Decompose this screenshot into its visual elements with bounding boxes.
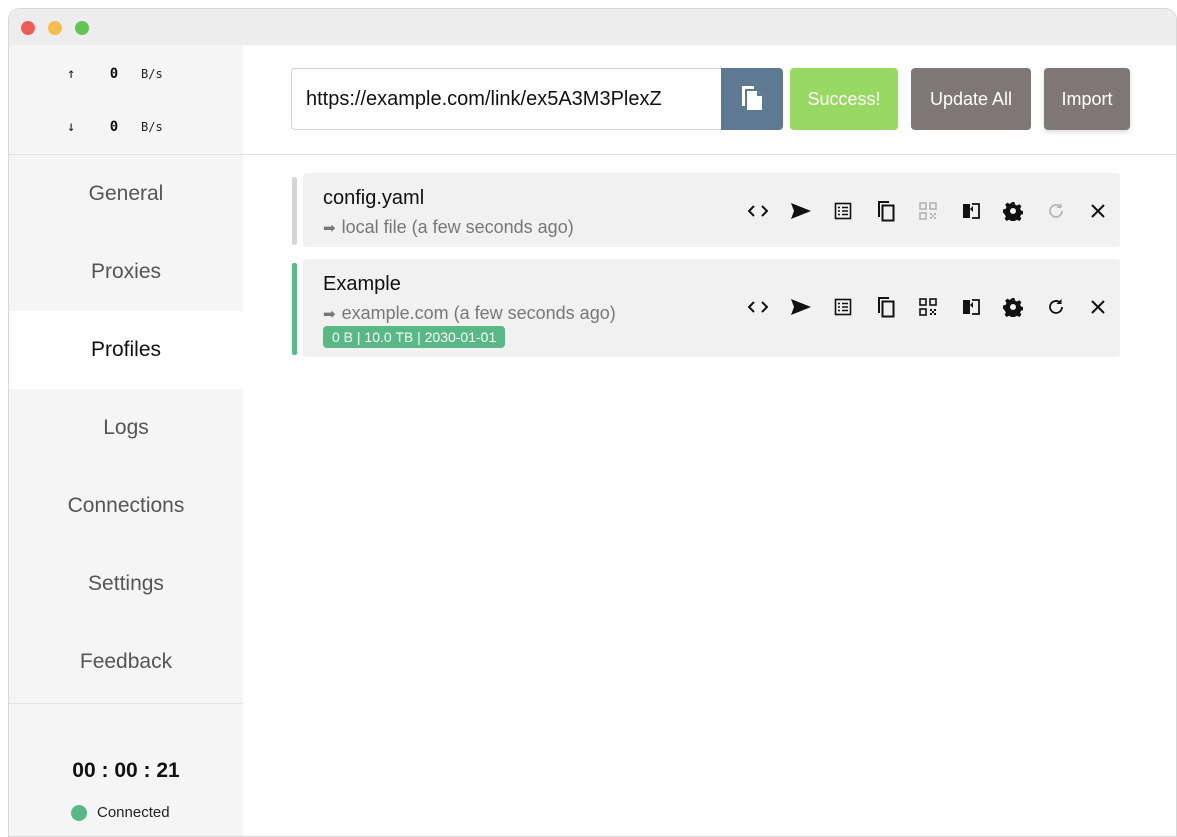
sidebar-footer: 00 : 00 : 21 Connected: [9, 703, 243, 836]
title-bar: [9, 9, 1176, 45]
profile-source: ➡ local file (a few seconds ago): [323, 217, 574, 238]
send-icon[interactable]: [786, 199, 816, 223]
qrcode-icon[interactable]: [913, 199, 943, 223]
status-label: Connected: [97, 804, 170, 821]
close-icon[interactable]: [1083, 295, 1113, 319]
download-speed: ↓ 0 B/s: [67, 117, 163, 137]
upload-speed: ↑ 0 B/s: [67, 64, 163, 84]
profile-card[interactable]: Example ➡ example.com (a few seconds ago)…: [292, 259, 1120, 357]
send-icon[interactable]: [786, 295, 816, 319]
profiles-page: Success! Update All Import config.yaml ➡…: [243, 45, 1176, 836]
profile-actions: [743, 295, 1126, 319]
success-button[interactable]: Success!: [790, 68, 898, 130]
traffic-speed-panel: ↑ 0 B/s ↓ 0 B/s: [9, 45, 243, 155]
download-speed-value: 0: [109, 119, 119, 135]
sidebar: ↑ 0 B/s ↓ 0 B/s General Proxies Profiles…: [9, 45, 243, 836]
sidebar-item-profiles[interactable]: Profiles: [9, 311, 243, 389]
gear-icon[interactable]: [998, 199, 1028, 223]
code-icon[interactable]: [743, 295, 773, 319]
profile-name: Example: [323, 273, 401, 295]
copy-icon[interactable]: [871, 295, 901, 319]
code-icon[interactable]: [743, 199, 773, 223]
copy-icon[interactable]: [871, 199, 901, 223]
arrow-right-icon: ➡: [323, 306, 336, 323]
gear-icon[interactable]: [998, 295, 1028, 319]
profile-selection-indicator: [292, 263, 297, 355]
list-icon[interactable]: [828, 199, 858, 223]
refresh-icon[interactable]: [1041, 199, 1071, 223]
connection-status[interactable]: Connected: [71, 804, 170, 821]
sidebar-item-general[interactable]: General: [9, 155, 243, 233]
profile-selection-indicator: [292, 177, 297, 245]
download-speed-unit: B/s: [141, 120, 163, 134]
close-icon[interactable]: [1083, 199, 1113, 223]
profile-card[interactable]: config.yaml ➡ local file (a few seconds a…: [292, 173, 1120, 247]
status-dot-icon: [71, 804, 87, 821]
profile-source-text: local file (a few seconds ago): [341, 217, 574, 237]
profiles-toolbar: Success! Update All Import: [243, 45, 1176, 155]
profile-source-text: example.com (a few seconds ago): [341, 303, 616, 323]
close-window-button[interactable]: [21, 21, 35, 35]
sidebar-item-settings[interactable]: Settings: [9, 545, 243, 623]
zoom-window-button[interactable]: [75, 21, 89, 35]
arrow-right-icon: ➡: [323, 220, 336, 237]
clipboard-paste-icon: [739, 83, 765, 116]
compare-icon[interactable]: [956, 199, 986, 223]
compare-icon[interactable]: [956, 295, 986, 319]
sidebar-item-connections[interactable]: Connections: [9, 467, 243, 545]
list-icon[interactable]: [828, 295, 858, 319]
profile-source: ➡ example.com (a few seconds ago): [323, 303, 616, 324]
subscription-url-input[interactable]: [291, 68, 721, 130]
minimize-window-button[interactable]: [48, 21, 62, 35]
refresh-icon[interactable]: [1041, 295, 1071, 319]
sidebar-item-logs[interactable]: Logs: [9, 389, 243, 467]
app-window: ↑ 0 B/s ↓ 0 B/s General Proxies Profiles…: [8, 8, 1177, 837]
import-button[interactable]: Import: [1044, 68, 1130, 130]
uptime-timer: 00 : 00 : 21: [72, 759, 180, 782]
paste-button[interactable]: [721, 68, 783, 130]
upload-speed-unit: B/s: [141, 67, 163, 81]
profile-name: config.yaml: [323, 187, 425, 209]
upload-arrow-icon: ↑: [67, 66, 76, 82]
update-all-button[interactable]: Update All: [911, 68, 1031, 130]
qrcode-icon[interactable]: [913, 295, 943, 319]
sidebar-item-proxies[interactable]: Proxies: [9, 233, 243, 311]
download-arrow-icon: ↓: [67, 119, 76, 135]
profile-actions: [743, 199, 1126, 223]
sidebar-item-feedback[interactable]: Feedback: [9, 623, 243, 701]
usage-badge: 0 B | 10.0 TB | 2030-01-01: [323, 326, 506, 348]
upload-speed-value: 0: [109, 66, 119, 82]
